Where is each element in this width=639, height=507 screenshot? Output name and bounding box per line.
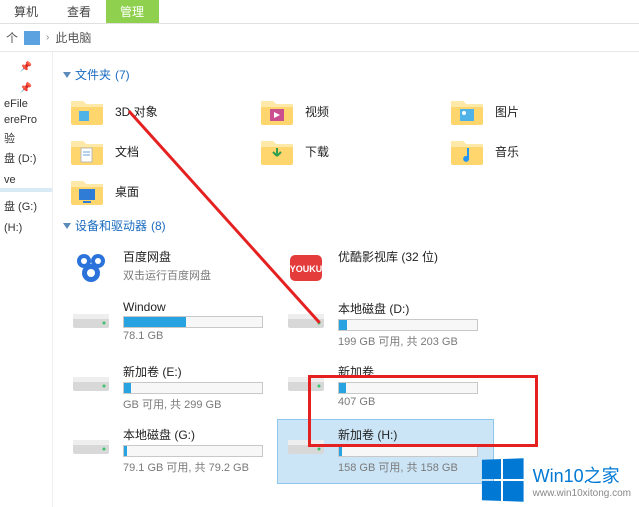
chevron-down-icon — [63, 72, 71, 78]
drive-subtext: GB 可用, 共 299 GB — [123, 396, 272, 412]
folder-docs-icon — [69, 135, 105, 167]
baidu-icon — [69, 248, 113, 286]
folder-item[interactable]: 视频 — [253, 91, 443, 131]
drive-item[interactable]: 新加卷 (E:) GB 可用, 共 299 GB — [63, 357, 278, 420]
breadcrumb-up: 个 — [6, 29, 18, 46]
drive-item[interactable]: Window 78.1 GB — [63, 294, 278, 357]
sidebar-item[interactable]: 盘 (D:) — [0, 148, 52, 168]
hdd-icon — [69, 300, 113, 338]
folder-item[interactable]: 图片 — [443, 91, 633, 131]
ribbon-tabs: 算机 查看 管理 — [0, 0, 639, 24]
breadcrumb[interactable]: 个 › 此电脑 — [0, 24, 639, 52]
folder-video-icon — [259, 95, 295, 127]
folder-3d-icon — [69, 95, 105, 127]
folder-item[interactable]: 3D 对象 — [63, 91, 253, 131]
folder-desktop-icon — [69, 175, 105, 207]
drive-title: 本地磁盘 (D:) — [338, 300, 487, 317]
drive-subtext: 双击运行百度网盘 — [123, 267, 272, 283]
sidebar-item[interactable]: erePro — [0, 112, 52, 128]
folder-label: 视频 — [305, 103, 329, 120]
chevron-right-icon: › — [46, 32, 49, 43]
drive-title: 本地磁盘 (G:) — [123, 426, 272, 443]
folder-label: 桌面 — [115, 183, 139, 200]
breadcrumb-root: 此电脑 — [55, 29, 91, 46]
drive-item[interactable]: 百度网盘双击运行百度网盘 — [63, 242, 278, 294]
watermark-url: www.win10xitong.com — [533, 488, 631, 499]
sidebar-item[interactable]: 盘 (G:) — [0, 196, 52, 216]
chevron-down-icon — [63, 223, 71, 229]
folder-label: 图片 — [495, 103, 519, 120]
hdd-icon — [69, 363, 113, 401]
section-folders-header[interactable]: 文件夹 (7) — [63, 66, 635, 83]
tab-manage[interactable]: 管理 — [106, 0, 159, 23]
sidebar-item[interactable]: (H:) — [0, 220, 52, 236]
drive-title: 优酷影视库 (32 位) — [338, 248, 487, 265]
this-pc-icon — [24, 31, 40, 45]
watermark-brand: Win10之家 — [533, 462, 631, 488]
section-title: 设备和驱动器 — [75, 217, 147, 234]
drive-usage-bar — [123, 316, 263, 328]
drive-usage-bar — [123, 445, 263, 457]
section-count: (7) — [115, 68, 130, 82]
folder-grid: 3D 对象 视频 图片文档 下载 音乐桌面 — [63, 91, 635, 211]
tab-view[interactable]: 查看 — [53, 0, 106, 23]
drive-subtext: 78.1 GB — [123, 330, 272, 342]
folder-label: 音乐 — [495, 143, 519, 160]
folder-item[interactable]: 音乐 — [443, 131, 633, 171]
drive-item[interactable]: YOUKU 优酷影视库 (32 位) — [278, 242, 493, 294]
drive-title: Window — [123, 300, 272, 314]
sidebar-item[interactable]: ve — [0, 172, 52, 188]
windows-logo-icon — [482, 458, 524, 502]
drive-usage-bar — [123, 382, 263, 394]
folder-item[interactable]: 下载 — [253, 131, 443, 171]
sidebar-item[interactable]: 验 — [0, 128, 52, 148]
folder-label: 文档 — [115, 143, 139, 160]
drive-item[interactable]: 本地磁盘 (D:) 199 GB 可用, 共 203 GB — [278, 294, 493, 357]
drive-usage-bar — [338, 319, 478, 331]
sidebar-item[interactable] — [0, 75, 52, 79]
drive-title: 新加卷 (E:) — [123, 363, 272, 380]
youku-icon: YOUKU — [284, 248, 328, 286]
section-title: 文件夹 — [75, 66, 111, 83]
pin-icon: 📌 — [0, 83, 52, 94]
section-drives-header[interactable]: 设备和驱动器 (8) — [63, 217, 635, 234]
folder-pictures-icon — [449, 95, 485, 127]
hdd-icon — [69, 426, 113, 464]
svg-text:YOUKU: YOUKU — [290, 264, 323, 274]
drive-subtext: 79.1 GB 可用, 共 79.2 GB — [123, 459, 272, 475]
folder-downloads-icon — [259, 135, 295, 167]
folder-item[interactable]: 文档 — [63, 131, 253, 171]
folder-music-icon — [449, 135, 485, 167]
watermark: Win10之家 www.win10xitong.com — [481, 459, 631, 501]
nav-sidebar: 📌 📌 eFile erePro 验 盘 (D:) ve 盘 (G:) (H:) — [0, 52, 53, 507]
annotation-box — [308, 375, 538, 447]
section-count: (8) — [151, 219, 166, 233]
tab-computer[interactable]: 算机 — [0, 0, 53, 23]
drive-subtext: 199 GB 可用, 共 203 GB — [338, 333, 487, 349]
drive-item[interactable]: 本地磁盘 (G:) 79.1 GB 可用, 共 79.2 GB — [63, 420, 278, 483]
folder-label: 下载 — [305, 143, 329, 160]
drive-subtext: 158 GB 可用, 共 158 GB — [338, 459, 487, 475]
sidebar-item[interactable]: eFile — [0, 96, 52, 112]
pin-icon: 📌 — [0, 62, 52, 73]
drive-title: 百度网盘 — [123, 248, 272, 265]
folder-item[interactable]: 桌面 — [63, 171, 253, 211]
